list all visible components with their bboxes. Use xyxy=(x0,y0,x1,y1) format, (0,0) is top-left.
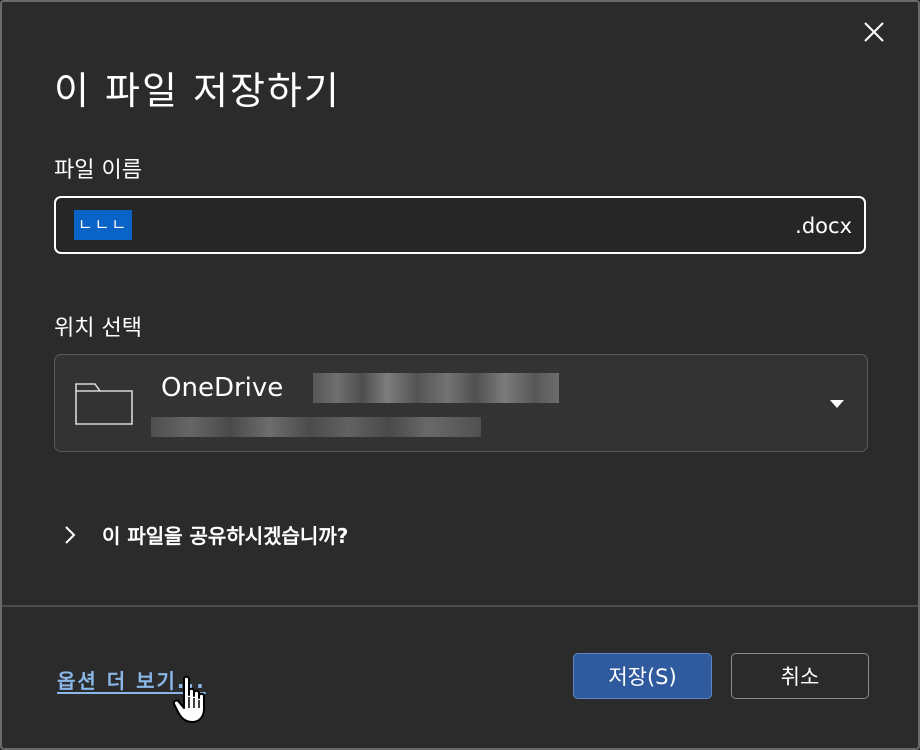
share-label: 이 파일을 공유하시겠습니까? xyxy=(102,524,349,548)
cancel-button[interactable]: 취소 xyxy=(731,653,869,699)
filename-value[interactable]: ㄴㄴㄴ xyxy=(74,210,133,240)
filename-input[interactable]: ㄴㄴㄴ .docx xyxy=(54,196,866,254)
chevron-right-icon xyxy=(65,525,76,544)
save-dialog: 이 파일 저장하기 파일 이름 ㄴㄴㄴ .docx 위치 선택 OneDrive… xyxy=(0,0,920,750)
folder-icon xyxy=(75,383,133,425)
dialog-title: 이 파일 저장하기 xyxy=(54,69,341,113)
location-name: OneDrive xyxy=(161,373,284,403)
caret-down-icon xyxy=(830,400,844,408)
hand-cursor-icon xyxy=(172,675,205,723)
location-label: 위치 선택 xyxy=(54,316,142,341)
close-icon xyxy=(864,22,884,42)
save-button[interactable]: 저장(S) xyxy=(573,653,712,699)
redacted-account xyxy=(313,373,559,403)
file-extension: .docx xyxy=(795,214,852,238)
filename-label: 파일 이름 xyxy=(54,158,142,183)
location-dropdown[interactable]: OneDrive xyxy=(54,354,868,452)
share-expander[interactable]: 이 파일을 공유하시겠습니까? xyxy=(64,520,348,549)
redacted-path xyxy=(151,417,481,437)
close-button[interactable] xyxy=(854,14,894,50)
divider xyxy=(2,605,918,607)
